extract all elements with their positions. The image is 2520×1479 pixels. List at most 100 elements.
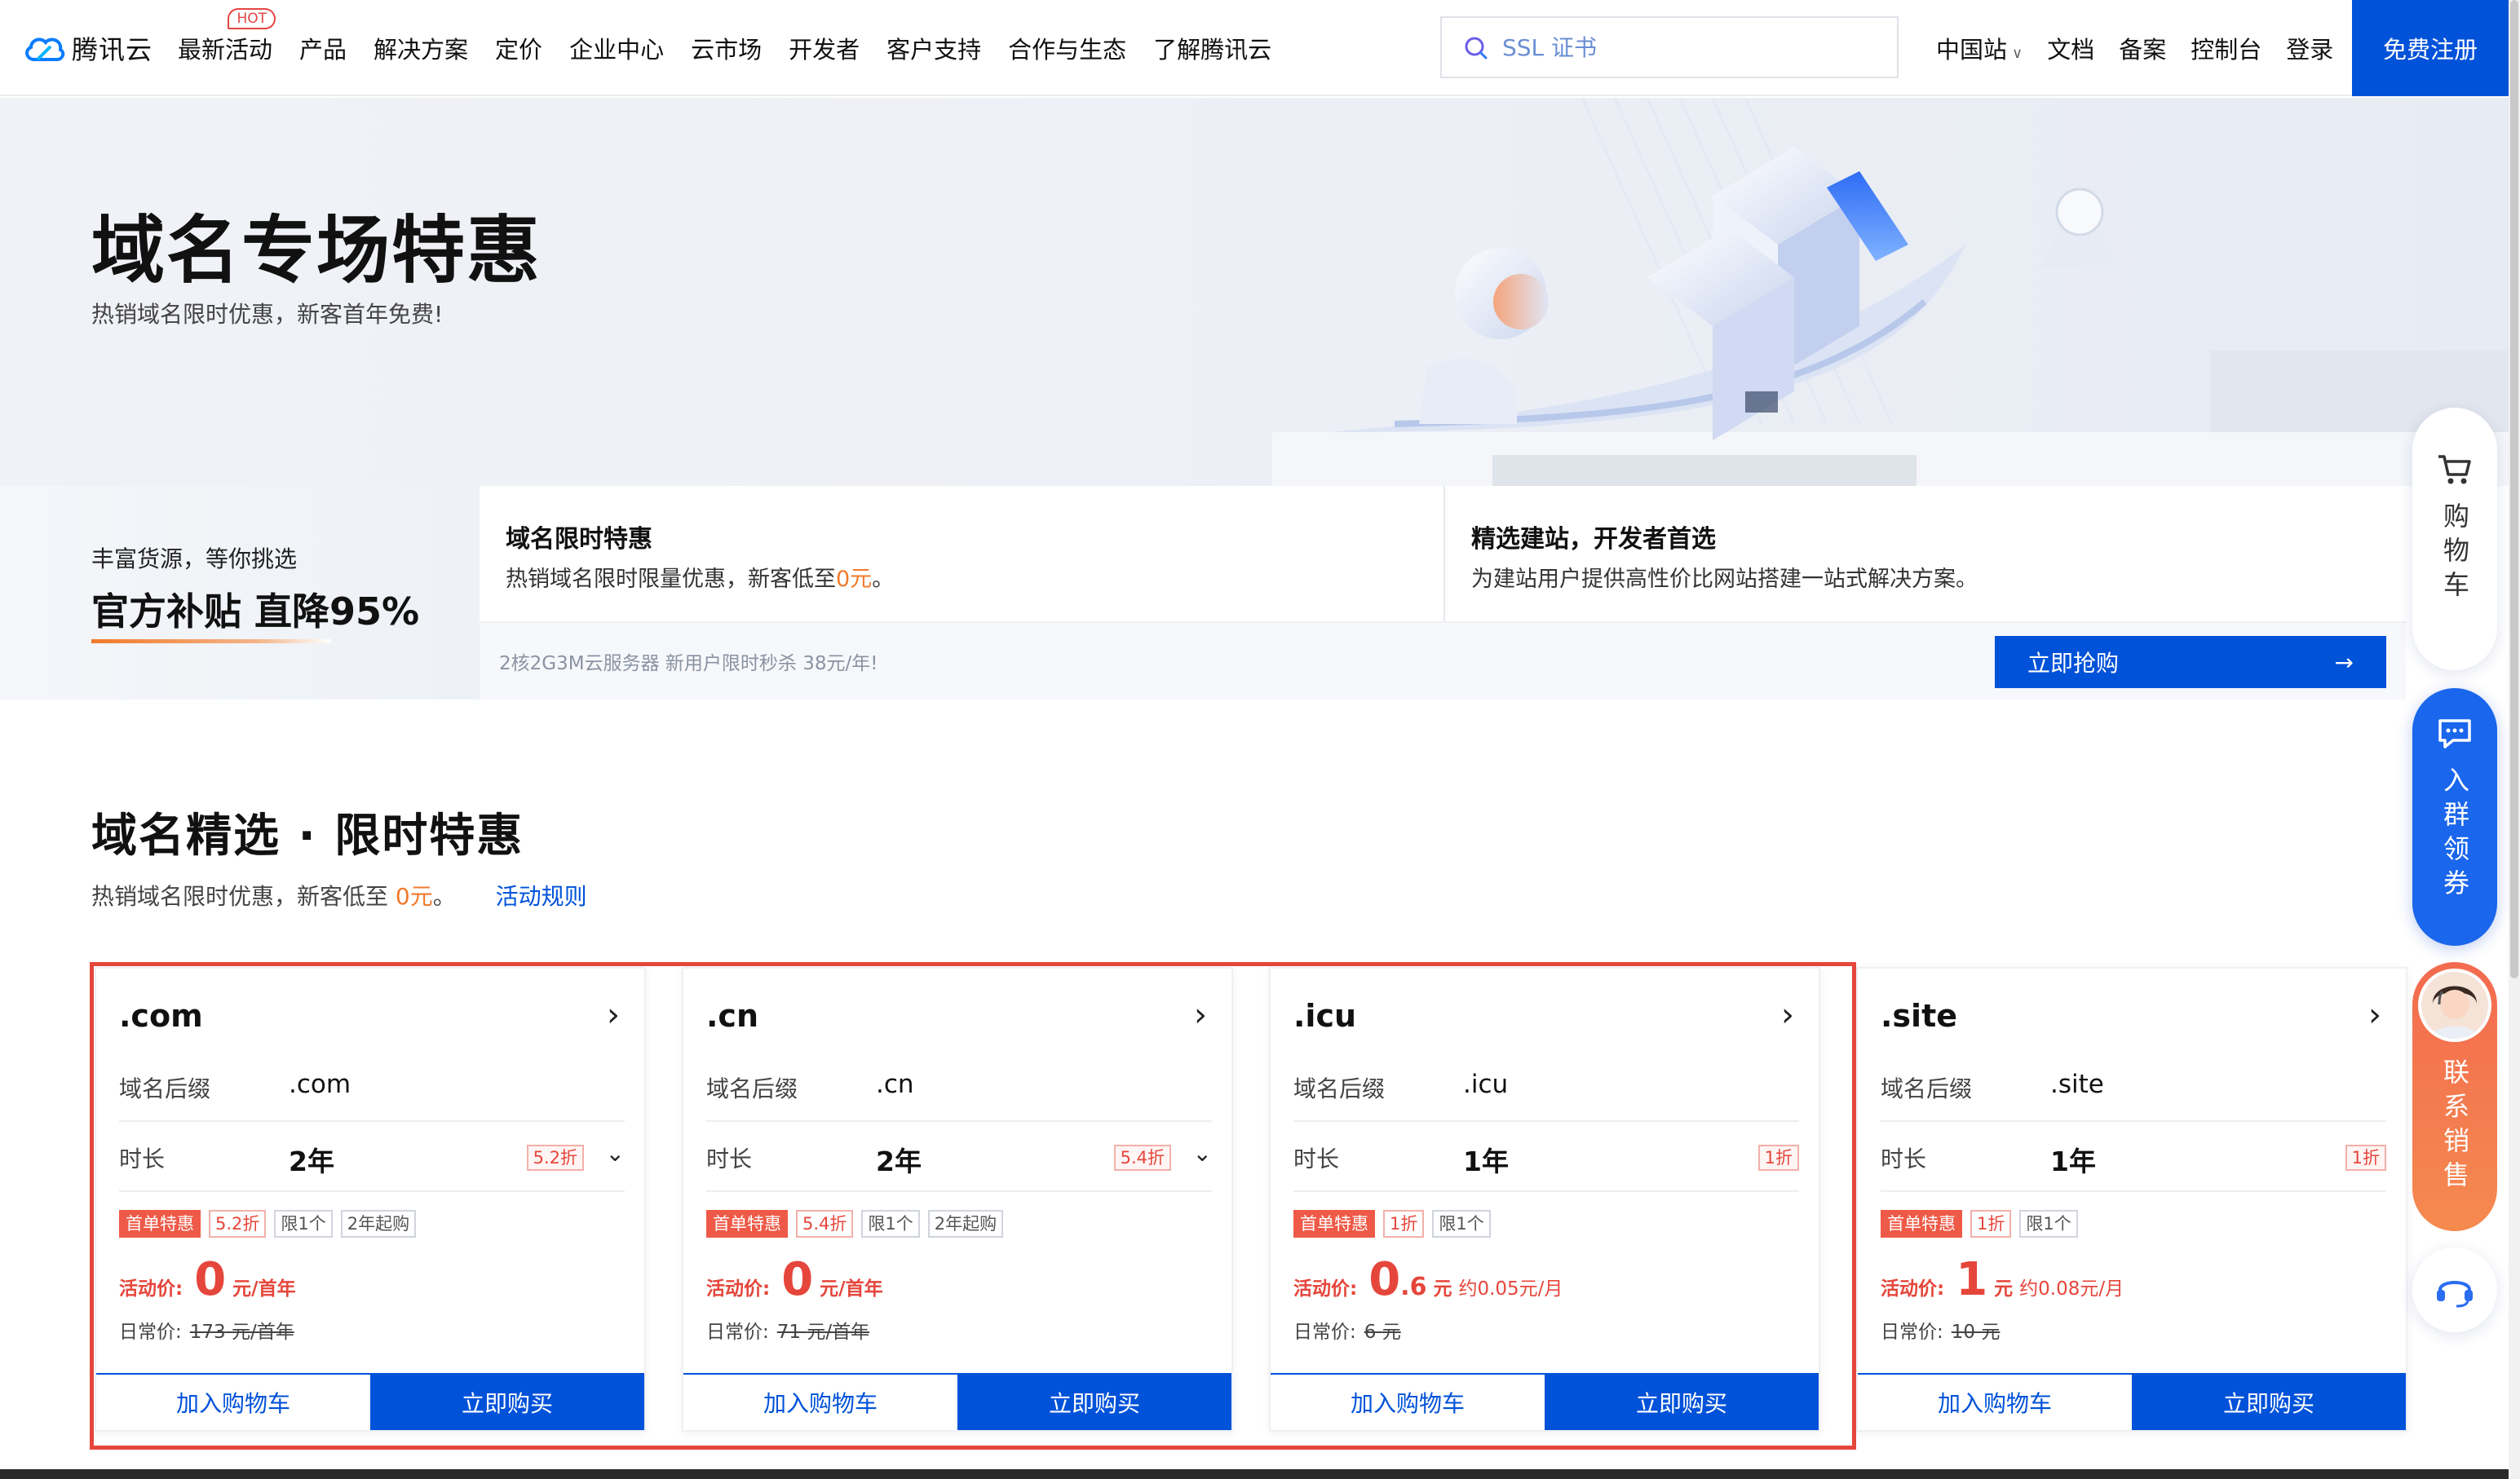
- price-integer: 1: [1956, 1253, 1988, 1306]
- normal-price-unit: 元/首年: [807, 1322, 870, 1343]
- normal-price-number: 173: [189, 1322, 226, 1343]
- suffix-row: 域名后缀 .icu: [1293, 1052, 1799, 1122]
- promo-domain-sale[interactable]: 域名限时特惠 热销域名限时限量优惠，新客低至0元。: [480, 486, 1443, 623]
- suffix-value: .com: [289, 1070, 351, 1099]
- price-unit: 元: [1433, 1278, 1452, 1300]
- discount-tag: 1折: [1383, 1210, 1425, 1238]
- price-integer: 0: [1368, 1253, 1401, 1306]
- chevron-down-icon[interactable]: ⌄: [606, 1140, 625, 1167]
- arrow-right-icon: →: [2334, 648, 2354, 676]
- grab-now-label: 立即抢购: [2027, 650, 2120, 677]
- tag-list: 首单特惠 5.4折 限1个 2年起购: [706, 1210, 1011, 1238]
- section-subtitle: 热销域名限时优惠，新客低至 0元。 活动规则: [91, 879, 587, 912]
- nav-beian[interactable]: 备案: [2119, 31, 2166, 65]
- activity-rules-link[interactable]: 活动规则: [496, 883, 587, 910]
- buy-now-button[interactable]: 立即购买: [2132, 1375, 2406, 1430]
- discount-badge: 1折: [1757, 1145, 1799, 1171]
- customer-support-button[interactable]: [2412, 1247, 2497, 1332]
- promo-desc-text: 热销域名限时限量优惠，新客低至: [506, 567, 836, 592]
- page-scrollbar[interactable]: [2509, 0, 2520, 1479]
- price-integer: 0: [781, 1253, 814, 1306]
- discount-badge: 1折: [2345, 1145, 2386, 1171]
- headset-icon: [2437, 1281, 2473, 1308]
- first-order-tag: 首单特惠: [119, 1210, 201, 1238]
- nav-products[interactable]: 产品: [299, 31, 347, 65]
- search-input[interactable]: [1502, 33, 1861, 61]
- nav-about[interactable]: 了解腾讯云: [1153, 31, 1271, 65]
- cart-float-button[interactable]: 购物车: [2412, 408, 2497, 670]
- buy-now-button[interactable]: 立即购买: [957, 1375, 1231, 1430]
- nav-developers[interactable]: 开发者: [789, 31, 860, 65]
- add-to-cart-button[interactable]: 加入购物车: [96, 1375, 370, 1430]
- limit-tag: 限1个: [1432, 1210, 1491, 1238]
- normal-price: 日常价: 6 元: [1293, 1316, 1401, 1344]
- cloud-logo-icon: [25, 38, 65, 61]
- nav-enterprise[interactable]: 企业中心: [569, 31, 664, 65]
- duration-row[interactable]: 时长 1年 1折: [1293, 1122, 1799, 1192]
- add-to-cart-button[interactable]: 加入购物车: [683, 1375, 957, 1430]
- tencent-cloud-logo[interactable]: 腾讯云: [23, 29, 153, 67]
- duration-value: 1年: [2050, 1146, 2096, 1177]
- duration-row[interactable]: 时长 2年 5.2折 ⌄: [119, 1122, 625, 1192]
- flash-sale-text: 2核2G3M云服务器 新用户限时秒杀 38元/年!: [499, 653, 878, 674]
- normal-price-value: 173 元/首年: [190, 1322, 294, 1343]
- duration-label: 时长: [1881, 1146, 1927, 1172]
- duration-value: 2年: [289, 1146, 334, 1177]
- main-nav: 最新活动 HOT 产品 解决方案 定价 企业中心 云市场 开发者 客户支持 合作…: [178, 0, 1298, 96]
- chevron-right-icon[interactable]: ›: [607, 996, 620, 1034]
- normal-price-label: 日常价:: [119, 1322, 182, 1343]
- promo-desc: 为建站用户提供高性价比网站搭建一站式解决方案。: [1471, 567, 1978, 592]
- join-group-coupon-button[interactable]: 入群领券: [2412, 688, 2497, 946]
- section-title: 域名精选 · 限时特惠: [91, 810, 524, 863]
- limit-tag: 限1个: [861, 1210, 920, 1238]
- section-sub-highlight: 0元: [395, 883, 433, 910]
- bottom-edge: [0, 1469, 2509, 1479]
- add-to-cart-button[interactable]: 加入购物车: [1858, 1375, 2132, 1430]
- promo-site-building[interactable]: 精选建站，开发者首选 为建站用户提供高性价比网站搭建一站式解决方案。: [1445, 486, 2406, 623]
- min-years-tag: 2年起购: [340, 1210, 417, 1238]
- promo-title: 域名限时特惠: [506, 525, 652, 554]
- tag-list: 首单特惠 1折 限1个: [1293, 1210, 1499, 1238]
- duration-row[interactable]: 时长 1年 1折: [1881, 1122, 2386, 1192]
- region-selector[interactable]: 中国站 ∨: [1936, 31, 2023, 65]
- suffix-label: 域名后缀: [706, 1075, 798, 1102]
- nav-console[interactable]: 控制台: [2191, 31, 2261, 65]
- nav-marketplace[interactable]: 云市场: [691, 31, 762, 65]
- grab-now-button[interactable]: 立即抢购 →: [1995, 636, 2386, 688]
- nav-ecosystem[interactable]: 合作与生态: [1008, 31, 1126, 65]
- nav-latest-activity[interactable]: 最新活动 HOT: [178, 8, 276, 65]
- price-unit: 元: [1994, 1278, 2014, 1300]
- add-to-cart-button[interactable]: 加入购物车: [1271, 1375, 1545, 1430]
- logo-text: 腾讯云: [72, 34, 153, 65]
- activity-price: 活动价: 1 元 约0.08元/月: [1881, 1257, 2124, 1303]
- info-strip: 丰富货源，等你挑选 官方补贴 直降95% 域名限时特惠 热销域名限时限量优惠，新…: [0, 486, 2406, 700]
- discount-tag: 5.2折: [209, 1210, 267, 1238]
- search-icon: [1465, 37, 1488, 60]
- nav-support[interactable]: 客户支持: [886, 31, 981, 65]
- chevron-down-icon[interactable]: ⌄: [1193, 1140, 1212, 1167]
- suffix-row: 域名后缀 .site: [1881, 1052, 2386, 1122]
- limit-tag: 限1个: [274, 1210, 333, 1238]
- activity-price-label: 活动价:: [119, 1278, 183, 1300]
- buy-now-button[interactable]: 立即购买: [370, 1375, 644, 1430]
- search-box[interactable]: [1440, 16, 1899, 78]
- promo-desc-highlight: 0元: [836, 567, 873, 592]
- price-unit: 元/首年: [820, 1278, 883, 1300]
- nav-docs[interactable]: 文档: [2047, 31, 2094, 65]
- hot-badge: HOT: [228, 8, 276, 29]
- normal-price-value: 71 元/首年: [777, 1322, 869, 1343]
- scrollbar-thumb[interactable]: [2510, 0, 2518, 978]
- limit-tag: 限1个: [2019, 1210, 2078, 1238]
- nav-pricing[interactable]: 定价: [495, 31, 542, 65]
- chevron-right-icon[interactable]: ›: [1781, 996, 1794, 1034]
- login-link[interactable]: 登录: [2286, 31, 2333, 65]
- chevron-right-icon[interactable]: ›: [2368, 996, 2381, 1034]
- duration-label: 时长: [119, 1146, 166, 1172]
- nav-solutions[interactable]: 解决方案: [374, 31, 468, 65]
- contact-sales-button[interactable]: 联系销售: [2412, 962, 2497, 1231]
- chevron-right-icon[interactable]: ›: [1194, 996, 1207, 1034]
- register-button[interactable]: 免费注册: [2352, 0, 2509, 96]
- duration-row[interactable]: 时长 2年 5.4折 ⌄: [706, 1122, 1212, 1192]
- section-sub-text: 热销域名限时优惠，新客低至: [91, 883, 389, 910]
- buy-now-button[interactable]: 立即购买: [1545, 1375, 1819, 1430]
